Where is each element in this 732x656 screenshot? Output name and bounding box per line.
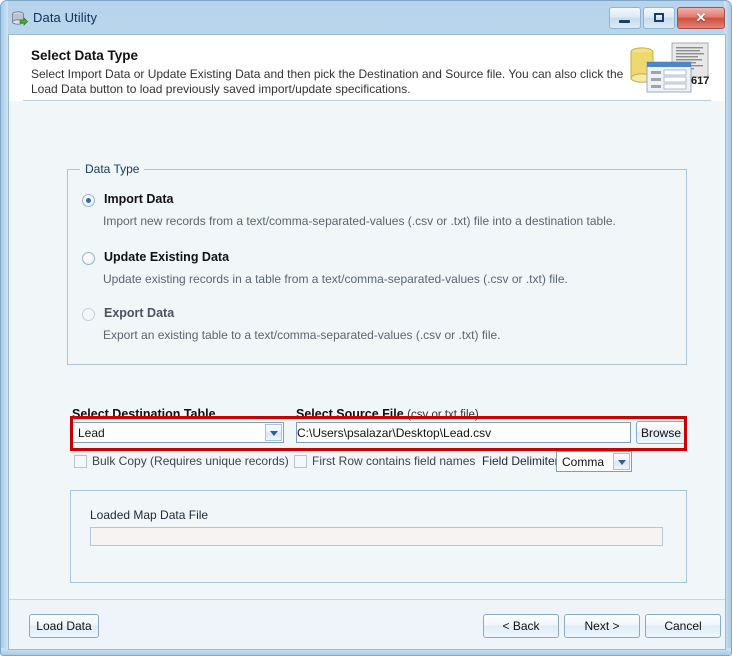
wizard-header: Select Data Type Select Import Data or U… xyxy=(9,35,725,101)
wizard-body: Data Type Import Data Import new records… xyxy=(9,101,725,599)
source-file-label-hint: (csv or txt file) xyxy=(407,409,479,421)
minimize-button[interactable] xyxy=(609,7,641,29)
first-row-checkbox[interactable] xyxy=(294,455,307,468)
radio-icon-update-existing-data[interactable] xyxy=(82,252,95,265)
data-type-legend: Data Type xyxy=(80,162,145,176)
loaded-map-input[interactable] xyxy=(90,527,663,546)
radio-description-export-data: Export an existing table to a text/comma… xyxy=(103,328,501,342)
cancel-button[interactable]: Cancel xyxy=(645,614,721,638)
chevron-down-icon[interactable] xyxy=(265,424,282,441)
page-title: Select Data Type xyxy=(31,48,139,63)
source-file-label: Select Source File (csv or txt file) xyxy=(296,407,479,421)
destination-table-dropdown[interactable]: Lead xyxy=(72,422,284,443)
wizard-footer: Load Data < Back Next > Cancel xyxy=(9,599,725,649)
source-file-label-text: Select Source File xyxy=(296,407,404,421)
loaded-map-panel: Loaded Map Data File xyxy=(70,490,687,583)
destination-table-label: Select Destination Table xyxy=(72,407,216,421)
browse-button[interactable]: Browse xyxy=(636,421,686,444)
source-file-value: C:\Users\psalazar\Desktop\Lead.csv xyxy=(297,426,492,440)
window-controls: ✕ xyxy=(609,7,725,29)
close-button[interactable]: ✕ xyxy=(677,7,725,29)
destination-table-value: Lead xyxy=(78,426,105,440)
database-arrow-icon xyxy=(12,11,28,26)
field-delimiter-label: Field Delimiter xyxy=(482,454,559,468)
radio-label-export-data: Export Data xyxy=(104,306,175,320)
field-delimiter-value: Comma xyxy=(562,455,605,469)
maximize-icon xyxy=(654,13,664,22)
icon-badge-text: 617 xyxy=(691,75,709,87)
radio-label-import-data: Import Data xyxy=(104,192,174,206)
loaded-map-label: Loaded Map Data File xyxy=(90,508,209,522)
title-bar[interactable]: Data Utility ✕ xyxy=(1,1,731,34)
radio-icon-import-data[interactable] xyxy=(82,194,95,207)
window-frame-left xyxy=(1,1,8,655)
bulk-copy-label: Bulk Copy (Requires unique records) xyxy=(92,454,289,468)
next-button[interactable]: Next > xyxy=(564,614,640,638)
radio-icon-export-data[interactable] xyxy=(82,308,95,321)
load-data-button[interactable]: Load Data xyxy=(29,614,99,638)
chevron-down-icon-delimiter[interactable] xyxy=(613,453,630,470)
data-type-groupbox: Data Type Import Data Import new records… xyxy=(67,162,687,365)
database-documents-icon: 617 xyxy=(630,42,709,93)
source-file-input[interactable]: C:\Users\psalazar\Desktop\Lead.csv xyxy=(296,422,631,443)
close-icon: ✕ xyxy=(695,10,707,25)
client-area: Select Data Type Select Import Data or U… xyxy=(8,34,726,650)
radio-description-import-data: Import new records from a text/comma-sep… xyxy=(103,214,616,228)
first-row-label: First Row contains field names xyxy=(312,454,476,468)
back-button[interactable]: < Back xyxy=(483,614,559,638)
page-description: Select Import Data or Update Existing Da… xyxy=(31,67,624,96)
minimize-icon xyxy=(619,20,630,23)
application-window: Data Utility ✕ Select Data Type Select I… xyxy=(0,0,732,656)
field-delimiter-dropdown[interactable]: Comma xyxy=(556,451,632,472)
maximize-button[interactable] xyxy=(643,7,675,29)
bulk-copy-checkbox[interactable] xyxy=(74,455,87,468)
radio-label-update-existing-data: Update Existing Data xyxy=(104,250,230,264)
radio-description-update-existing-data: Update existing records in a table from … xyxy=(103,272,568,286)
window-title: Data Utility xyxy=(33,10,98,25)
